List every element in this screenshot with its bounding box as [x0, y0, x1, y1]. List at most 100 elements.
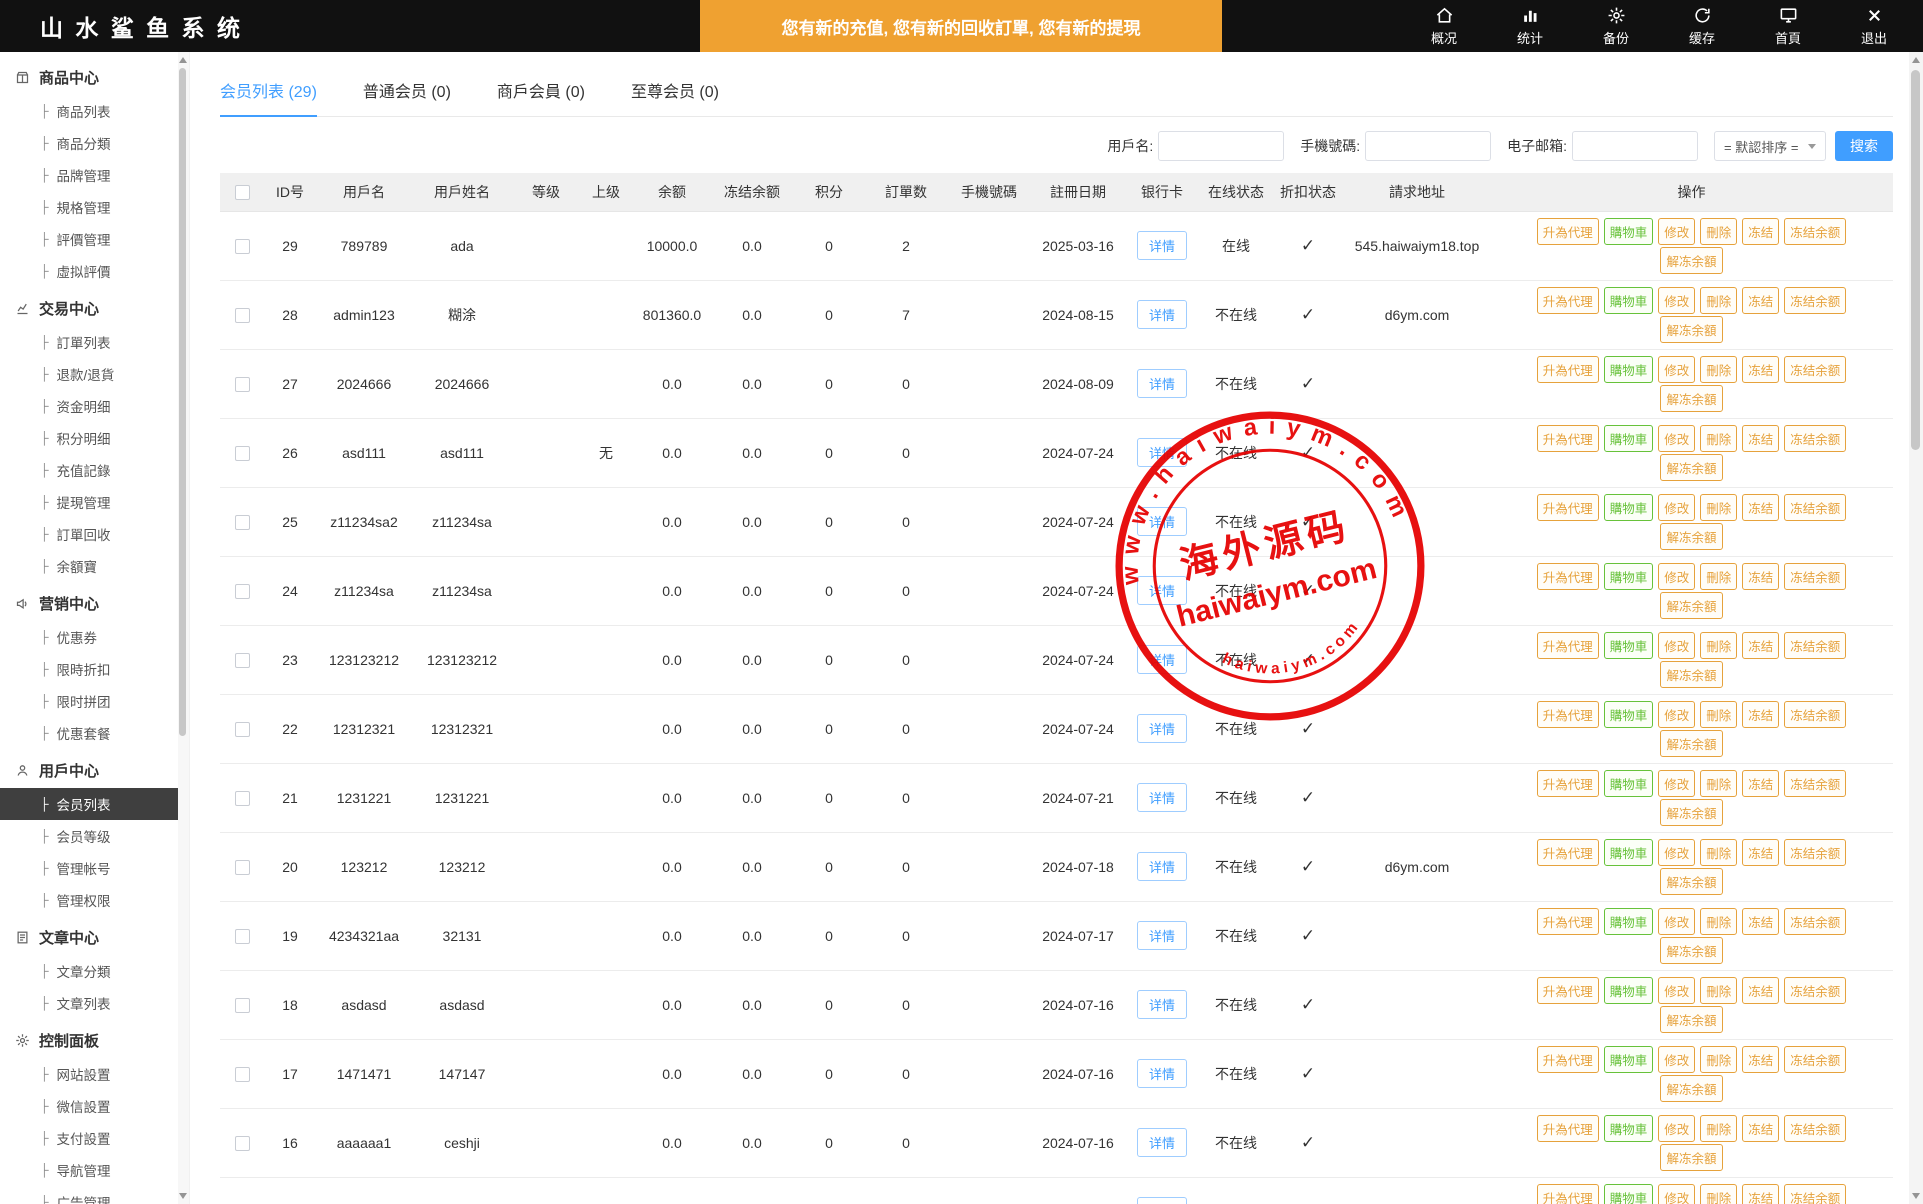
action-edit-button[interactable]: 修改 [1658, 701, 1695, 728]
bank-card-detail-button[interactable]: 详情 [1137, 921, 1187, 950]
action-edit-button[interactable]: 修改 [1658, 1115, 1695, 1142]
action-unfreeze-balance-button[interactable]: 解冻余額 [1660, 730, 1722, 757]
sidebar-item[interactable]: ├品牌管理 [0, 159, 189, 191]
action-promote-agent-button[interactable]: 升為代理 [1537, 494, 1599, 521]
action-cart-button[interactable]: 購物車 [1604, 218, 1654, 245]
action-delete-button[interactable]: 刪除 [1700, 977, 1737, 1004]
bank-card-detail-button[interactable]: 详情 [1137, 438, 1187, 467]
sidebar-item[interactable]: ├会员等级 [0, 820, 189, 852]
action-cart-button[interactable]: 購物車 [1604, 1184, 1654, 1204]
row-checkbox[interactable] [235, 653, 250, 668]
action-promote-agent-button[interactable]: 升為代理 [1537, 701, 1599, 728]
sidebar-item[interactable]: ├訂單回收 [0, 518, 189, 550]
row-checkbox[interactable] [235, 308, 250, 323]
action-freeze-button[interactable]: 冻结 [1742, 632, 1779, 659]
row-checkbox[interactable] [235, 1067, 250, 1082]
action-freeze-button[interactable]: 冻结 [1742, 356, 1779, 383]
action-delete-button[interactable]: 刪除 [1700, 1115, 1737, 1142]
action-unfreeze-balance-button[interactable]: 解冻余額 [1660, 247, 1722, 274]
email-input[interactable] [1572, 131, 1698, 161]
action-freeze-balance-button[interactable]: 冻结余额 [1784, 494, 1846, 521]
action-cart-button[interactable]: 購物車 [1604, 563, 1654, 590]
action-promote-agent-button[interactable]: 升為代理 [1537, 908, 1599, 935]
scroll-up-icon[interactable] [1912, 57, 1920, 63]
row-checkbox[interactable] [235, 791, 250, 806]
scroll-down-icon[interactable] [1912, 1193, 1920, 1199]
action-delete-button[interactable]: 刪除 [1700, 770, 1737, 797]
sort-select[interactable]: = 默認排序 = [1714, 131, 1826, 161]
tab-1[interactable]: 普通会员 (0) [363, 78, 451, 116]
action-unfreeze-balance-button[interactable]: 解冻余額 [1660, 523, 1722, 550]
action-edit-button[interactable]: 修改 [1658, 1184, 1695, 1204]
action-unfreeze-balance-button[interactable]: 解冻余額 [1660, 1144, 1722, 1171]
row-checkbox[interactable] [235, 722, 250, 737]
action-freeze-balance-button[interactable]: 冻结余额 [1784, 770, 1846, 797]
sidebar-item[interactable]: ├导航管理 [0, 1154, 189, 1186]
action-delete-button[interactable]: 刪除 [1700, 1184, 1737, 1204]
row-checkbox[interactable] [235, 377, 250, 392]
sidebar-item[interactable]: ├余額寶 [0, 550, 189, 582]
row-checkbox[interactable] [235, 239, 250, 254]
sidebar-item[interactable]: ├优惠套餐 [0, 717, 189, 749]
action-edit-button[interactable]: 修改 [1658, 839, 1695, 866]
row-checkbox[interactable] [235, 1136, 250, 1151]
action-cart-button[interactable]: 購物車 [1604, 977, 1654, 1004]
action-freeze-button[interactable]: 冻结 [1742, 839, 1779, 866]
action-freeze-button[interactable]: 冻结 [1742, 218, 1779, 245]
sidebar-item[interactable]: ├評價管理 [0, 223, 189, 255]
bank-card-detail-button[interactable]: 详情 [1137, 1197, 1187, 1204]
action-promote-agent-button[interactable]: 升為代理 [1537, 632, 1599, 659]
action-cart-button[interactable]: 購物車 [1604, 494, 1654, 521]
sidebar-item[interactable]: ├会员列表 [0, 788, 189, 820]
action-promote-agent-button[interactable]: 升為代理 [1537, 425, 1599, 452]
page-scrollbar-thumb[interactable] [1911, 70, 1920, 450]
sidebar-section-title-trade[interactable]: 交易中心 [0, 287, 189, 326]
action-promote-agent-button[interactable]: 升為代理 [1537, 356, 1599, 383]
action-freeze-button[interactable]: 冻结 [1742, 770, 1779, 797]
sidebar-item[interactable]: ├管理权限 [0, 884, 189, 916]
action-cart-button[interactable]: 購物車 [1604, 701, 1654, 728]
sidebar-section-title-panel[interactable]: 控制面板 [0, 1019, 189, 1058]
action-edit-button[interactable]: 修改 [1658, 356, 1695, 383]
action-promote-agent-button[interactable]: 升為代理 [1537, 287, 1599, 314]
bank-card-detail-button[interactable]: 详情 [1137, 507, 1187, 536]
action-unfreeze-balance-button[interactable]: 解冻余額 [1660, 799, 1722, 826]
action-freeze-button[interactable]: 冻结 [1742, 1115, 1779, 1142]
action-delete-button[interactable]: 刪除 [1700, 356, 1737, 383]
sidebar-scrollbar[interactable] [178, 52, 189, 1204]
sidebar-item[interactable]: ├微信設置 [0, 1090, 189, 1122]
action-edit-button[interactable]: 修改 [1658, 425, 1695, 452]
action-cart-button[interactable]: 購物車 [1604, 1115, 1654, 1142]
action-freeze-button[interactable]: 冻结 [1742, 425, 1779, 452]
action-unfreeze-balance-button[interactable]: 解冻余額 [1660, 454, 1722, 481]
action-promote-agent-button[interactable]: 升為代理 [1537, 1184, 1599, 1204]
action-freeze-balance-button[interactable]: 冻结余额 [1784, 425, 1846, 452]
row-checkbox[interactable] [235, 998, 250, 1013]
page-scrollbar[interactable] [1909, 52, 1923, 1204]
sidebar-item[interactable]: ├限時折扣 [0, 653, 189, 685]
sidebar-section-title-article[interactable]: 文章中心 [0, 916, 189, 955]
username-input[interactable] [1158, 131, 1284, 161]
sidebar-section-title-user[interactable]: 用戶中心 [0, 749, 189, 788]
sidebar-item[interactable]: ├资金明细 [0, 390, 189, 422]
action-cart-button[interactable]: 購物車 [1604, 287, 1654, 314]
action-freeze-balance-button[interactable]: 冻结余额 [1784, 632, 1846, 659]
action-delete-button[interactable]: 刪除 [1700, 908, 1737, 935]
action-cart-button[interactable]: 購物車 [1604, 632, 1654, 659]
action-edit-button[interactable]: 修改 [1658, 770, 1695, 797]
action-delete-button[interactable]: 刪除 [1700, 218, 1737, 245]
sidebar-item[interactable]: ├广告管理 [0, 1186, 189, 1204]
bank-card-detail-button[interactable]: 详情 [1137, 1128, 1187, 1157]
row-checkbox[interactable] [235, 929, 250, 944]
tab-0[interactable]: 会员列表 (29) [220, 78, 317, 116]
action-edit-button[interactable]: 修改 [1658, 632, 1695, 659]
sidebar-item[interactable]: ├商品分類 [0, 127, 189, 159]
action-promote-agent-button[interactable]: 升為代理 [1537, 977, 1599, 1004]
action-unfreeze-balance-button[interactable]: 解冻余額 [1660, 937, 1722, 964]
action-edit-button[interactable]: 修改 [1658, 977, 1695, 1004]
sidebar-item[interactable]: ├提現管理 [0, 486, 189, 518]
action-freeze-balance-button[interactable]: 冻结余额 [1784, 563, 1846, 590]
sidebar-item[interactable]: ├退款/退貨 [0, 358, 189, 390]
action-freeze-button[interactable]: 冻结 [1742, 287, 1779, 314]
action-freeze-balance-button[interactable]: 冻结余额 [1784, 977, 1846, 1004]
